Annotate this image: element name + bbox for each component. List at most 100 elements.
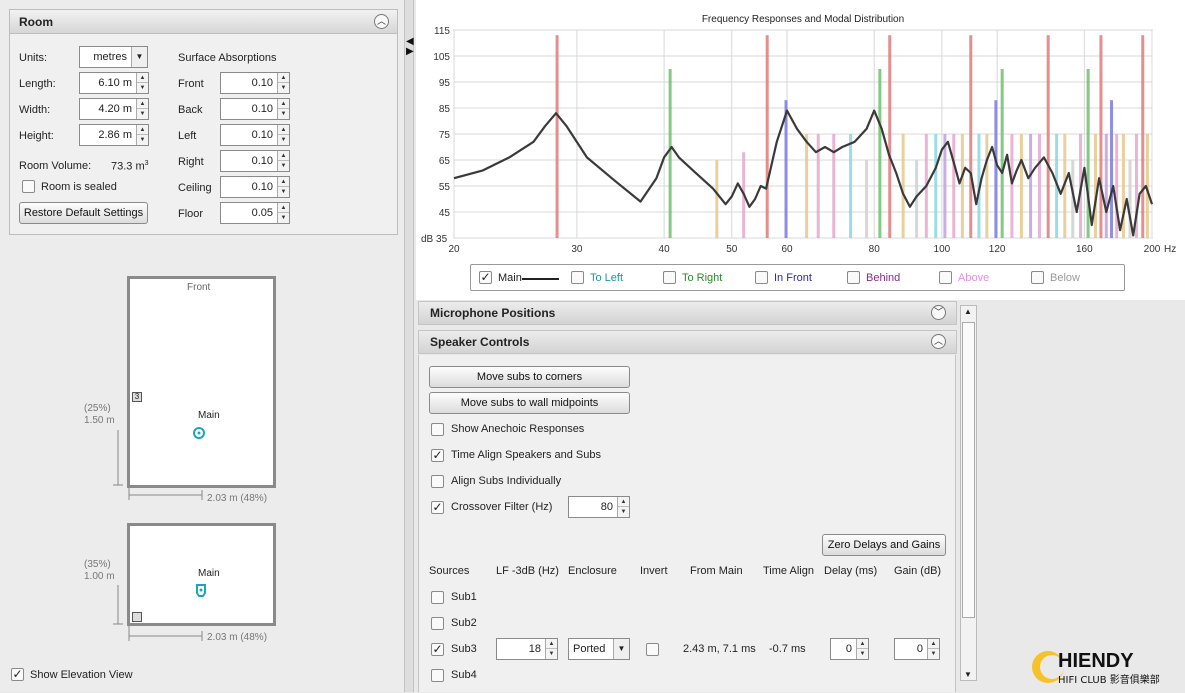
splitter[interactable]: ◀ ▶ <box>404 0 414 692</box>
top-dim-width: 2.03 m (48%) <box>207 493 268 504</box>
modal-bar <box>1110 100 1114 238</box>
y-tick-label: 55 <box>439 182 451 193</box>
legend-checkbox-above[interactable] <box>939 271 952 284</box>
x-tick-label: 20 <box>448 244 460 255</box>
spinner-arrows-icon[interactable]: ▲ ▼ <box>277 177 289 197</box>
sub3-invert-checkbox[interactable] <box>646 643 659 656</box>
scroll-up-icon[interactable]: ▲ <box>964 307 972 316</box>
legend-label-above: Above <box>958 272 990 284</box>
crossover-input[interactable]: 80 ▲ ▼ <box>568 496 630 518</box>
sub4-checkbox[interactable] <box>431 669 444 682</box>
collapse-up-icon[interactable]: ︿ <box>931 334 946 349</box>
legend-checkbox-in-front[interactable] <box>755 271 768 284</box>
top-dim-pct: (25%) <box>84 403 111 414</box>
time-align-checkbox[interactable]: ✓ <box>431 449 444 462</box>
restore-defaults-button[interactable]: Restore Default Settings <box>19 202 148 224</box>
show-elevation-checkbox[interactable]: ✓ <box>11 668 24 681</box>
modal-bar <box>969 35 973 239</box>
sub3-marker[interactable]: 3 <box>132 392 142 402</box>
chevron-down-icon: ▼ <box>613 639 629 659</box>
mic-positions-header[interactable]: Microphone Positions <box>418 301 957 325</box>
y-tick-label: 95 <box>439 78 451 89</box>
move-subs-midpoints-button[interactable]: Move subs to wall midpoints <box>429 392 630 414</box>
sub3-gain-input[interactable]: 0 ▲ ▼ <box>894 638 940 660</box>
legend-checkbox-behind[interactable] <box>847 271 860 284</box>
legend-label-main: Main <box>498 272 522 284</box>
scroll-down-icon[interactable]: ▼ <box>964 670 972 679</box>
legend-checkbox-to-left[interactable] <box>571 271 584 284</box>
spinner-arrows-icon[interactable]: ▲ ▼ <box>277 151 289 171</box>
sub3-delay-input[interactable]: 0 ▲ ▼ <box>830 638 869 660</box>
spinner-arrows-icon[interactable]: ▲ ▼ <box>136 125 148 145</box>
units-select[interactable]: metres ▼ <box>79 46 148 68</box>
absorption-input-floor[interactable]: 0.05 ▲ ▼ <box>220 202 290 224</box>
legend-checkbox-main[interactable]: ✓ <box>479 271 492 284</box>
width-input[interactable]: 4.20 m ▲ ▼ <box>79 98 149 120</box>
sub3-enclosure-select[interactable]: Ported ▼ <box>568 638 630 660</box>
absorption-input-front[interactable]: 0.10 ▲ ▼ <box>220 72 290 94</box>
modal-bar <box>1038 134 1042 238</box>
speaker-controls-header[interactable]: Speaker Controls <box>418 330 957 354</box>
sub2-label: Sub2 <box>451 617 477 629</box>
col-lf: LF -3dB (Hz) <box>496 565 559 577</box>
x-tick-label: 100 <box>934 244 951 255</box>
x-tick-label: 40 <box>659 244 671 255</box>
spinner-arrows-icon[interactable]: ▲ ▼ <box>136 99 148 119</box>
modal-bar <box>715 160 719 238</box>
absorption-label-floor: Floor <box>178 208 204 220</box>
sub1-checkbox[interactable] <box>431 591 444 604</box>
sealed-checkbox[interactable] <box>22 180 35 193</box>
sub2-checkbox[interactable] <box>431 617 444 630</box>
sub3-delay-value: 0 <box>845 643 852 655</box>
move-subs-corners-button[interactable]: Move subs to corners <box>429 366 630 388</box>
length-label: Length: <box>19 78 56 90</box>
chart-legend: ✓ Main To Left To Right In Front Behind Above B… <box>470 264 1125 291</box>
legend-line-main <box>522 278 559 280</box>
modal-bar <box>832 134 836 238</box>
absorption-value: 0.10 <box>251 129 273 141</box>
absorption-input-left[interactable]: 0.10 ▲ ▼ <box>220 124 290 146</box>
absorption-input-ceiling[interactable]: 0.10 ▲ ▼ <box>220 176 290 198</box>
absorption-value: 0.10 <box>251 181 273 193</box>
elev-main-label: Main <box>198 568 220 579</box>
absorption-input-right[interactable]: 0.10 ▲ ▼ <box>220 150 290 172</box>
show-anechoic-checkbox[interactable] <box>431 423 444 436</box>
room-panel-header[interactable]: Room <box>10 10 397 34</box>
legend-checkbox-to-right[interactable] <box>663 271 676 284</box>
room-panel-title: Room <box>19 15 53 29</box>
modal-bar <box>943 134 947 238</box>
spinner-arrows-icon[interactable]: ▲ ▼ <box>277 203 289 223</box>
align-individually-checkbox[interactable] <box>431 475 444 488</box>
sub3-checkbox[interactable]: ✓ <box>431 643 444 656</box>
top-dim-lines <box>113 430 203 500</box>
spinner-arrows-icon[interactable]: ▲ ▼ <box>617 497 629 517</box>
height-input[interactable]: 2.86 m ▲ ▼ <box>79 124 149 146</box>
top-dim-val: 1.50 m <box>84 415 115 426</box>
spinner-arrows-icon[interactable]: ▲ ▼ <box>545 639 557 659</box>
modal-bar <box>994 100 998 238</box>
expand-down-icon[interactable]: ﹀ <box>931 305 946 320</box>
speaker-controls-title: Speaker Controls <box>430 335 530 349</box>
crossover-label: Crossover Filter (Hz) <box>451 501 553 513</box>
expand-right-icon[interactable]: ▶ <box>406 46 414 57</box>
legend-label-to-left: To Left <box>590 272 624 284</box>
zero-delays-button[interactable]: Zero Delays and Gains <box>822 534 946 556</box>
y-tick-label: 65 <box>439 156 451 167</box>
legend-checkbox-below[interactable] <box>1031 271 1044 284</box>
length-input[interactable]: 6.10 m ▲ ▼ <box>79 72 149 94</box>
crossover-checkbox[interactable]: ✓ <box>431 501 444 514</box>
collapse-up-icon[interactable]: ︿ <box>374 14 389 29</box>
absorption-label-front: Front <box>178 78 204 90</box>
spinner-arrows-icon[interactable]: ▲ ▼ <box>927 639 939 659</box>
sub3-lf-input[interactable]: 18 ▲ ▼ <box>496 638 558 660</box>
absorption-input-back[interactable]: 0.10 ▲ ▼ <box>220 98 290 120</box>
spinner-arrows-icon[interactable]: ▲ ▼ <box>277 73 289 93</box>
spinner-arrows-icon[interactable]: ▲ ▼ <box>277 99 289 119</box>
col-sources: Sources <box>429 565 470 577</box>
spinner-arrows-icon[interactable]: ▲ ▼ <box>856 639 868 659</box>
sub3-lf-value: 18 <box>528 643 541 655</box>
spinner-arrows-icon[interactable]: ▲ ▼ <box>277 125 289 145</box>
scroll-thumb[interactable] <box>962 322 975 618</box>
chart-panel: Frequency Responses and Modal Distributi… <box>416 0 1185 300</box>
spinner-arrows-icon[interactable]: ▲ ▼ <box>136 73 148 93</box>
